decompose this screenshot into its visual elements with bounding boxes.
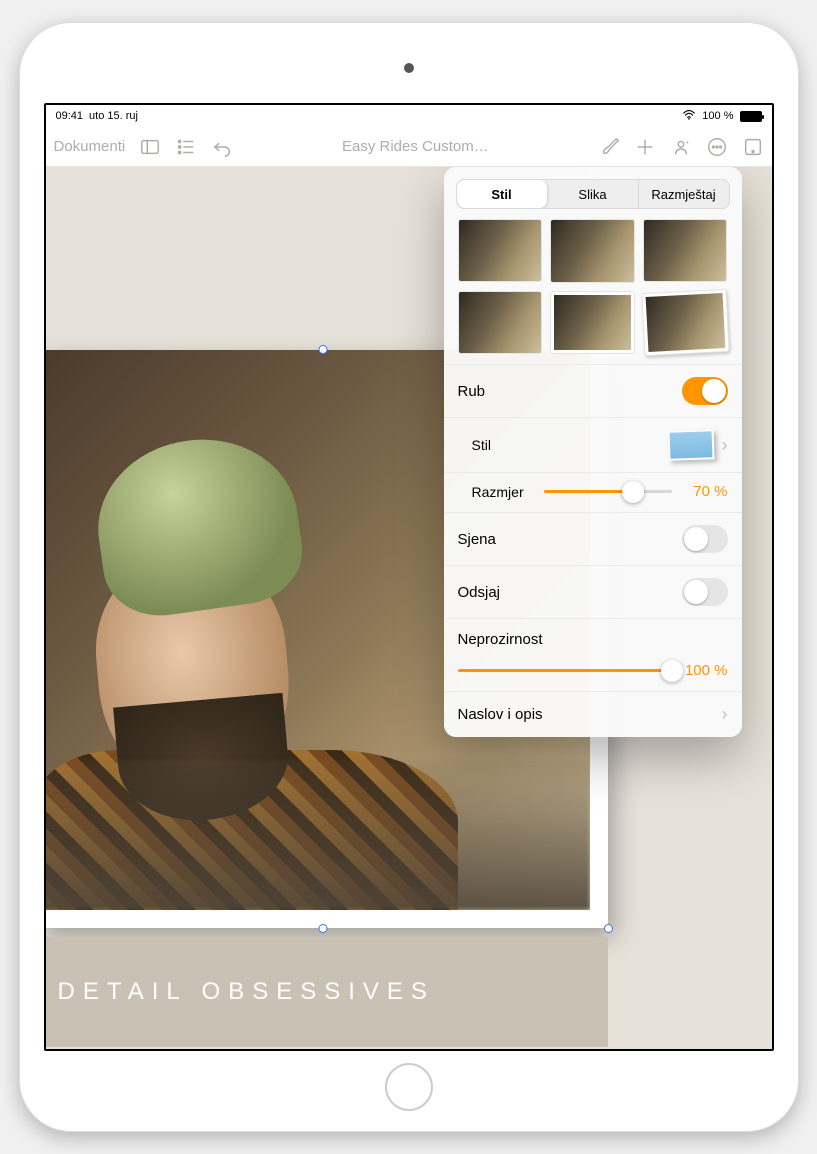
- ipad-frame: 09:41 uto 15. ruj 100 % Dokumenti Easy R…: [19, 22, 799, 1132]
- status-time: 09:41: [56, 110, 84, 122]
- caption-text: DETAIL OBSESSIVES: [58, 978, 435, 1006]
- opacity-slider[interactable]: [458, 669, 672, 672]
- wifi-icon: [682, 110, 696, 123]
- style-preset-4[interactable]: [458, 291, 543, 354]
- screen: 09:41 uto 15. ruj 100 % Dokumenti Easy R…: [44, 103, 774, 1051]
- shadow-label: Sjena: [458, 531, 496, 548]
- border-style-row[interactable]: Stil ›: [444, 417, 742, 472]
- style-preset-3[interactable]: [643, 219, 728, 282]
- insert-plus-icon[interactable]: [634, 136, 656, 158]
- opacity-value: 100 %: [682, 662, 728, 679]
- style-presets: [444, 219, 742, 364]
- title-desc-row[interactable]: Naslov i opis ›: [444, 691, 742, 737]
- tab-layout[interactable]: Razmještaj: [639, 180, 729, 208]
- caption-band: DETAIL OBSESSIVES: [46, 937, 608, 1047]
- chevron-right-icon: ›: [722, 704, 728, 725]
- undo-icon[interactable]: [211, 136, 233, 158]
- chevron-right-icon: ›: [722, 435, 728, 456]
- shadow-row: Sjena: [444, 512, 742, 565]
- resize-handle-top[interactable]: [318, 345, 327, 354]
- status-date: uto 15. ruj: [89, 110, 138, 122]
- opacity-label-row: Neprozirnost: [444, 618, 742, 660]
- resize-handle-bottom[interactable]: [318, 924, 327, 933]
- format-brush-icon[interactable]: [598, 136, 620, 158]
- style-preset-5[interactable]: [550, 291, 635, 355]
- opacity-slider-row: 100 %: [444, 660, 742, 691]
- reflection-toggle[interactable]: [682, 578, 728, 606]
- format-tabs: Stil Slika Razmještaj: [456, 179, 730, 209]
- popover-arrow: [582, 167, 605, 178]
- border-style-swatch: [667, 429, 714, 461]
- collaborate-icon[interactable]: [670, 136, 692, 158]
- document-title[interactable]: Easy Rides Custom…: [342, 138, 489, 155]
- more-icon[interactable]: [706, 136, 728, 158]
- reflection-row: Odsjaj: [444, 565, 742, 618]
- border-scale-row: Razmjer 70 %: [444, 472, 742, 512]
- battery-icon: [740, 111, 762, 122]
- scale-value: 70 %: [682, 483, 728, 500]
- sidebar-toggle-icon[interactable]: [139, 136, 161, 158]
- style-preset-6[interactable]: [641, 288, 729, 356]
- style-preset-2[interactable]: [550, 219, 635, 283]
- scale-label: Razmjer: [472, 484, 534, 500]
- style-preset-1[interactable]: [458, 219, 543, 282]
- format-popover: Stil Slika Razmještaj Rub S: [444, 167, 742, 737]
- documents-back-button[interactable]: Dokumenti: [54, 138, 126, 155]
- toolbar: Dokumenti Easy Rides Custom…: [46, 127, 772, 167]
- resize-handle-bottom-right[interactable]: [604, 924, 613, 933]
- border-label: Rub: [458, 383, 486, 400]
- border-row: Rub: [444, 364, 742, 417]
- status-bar: 09:41 uto 15. ruj 100 %: [46, 105, 772, 127]
- title-desc-label: Naslov i opis: [458, 706, 543, 723]
- home-button[interactable]: [385, 1063, 433, 1111]
- border-toggle[interactable]: [682, 377, 728, 405]
- battery-percent: 100 %: [702, 110, 733, 122]
- tab-image[interactable]: Slika: [548, 180, 639, 208]
- reflection-label: Odsjaj: [458, 584, 501, 601]
- tab-style[interactable]: Stil: [457, 180, 548, 208]
- front-camera: [404, 63, 414, 73]
- inspector-icon[interactable]: [742, 136, 764, 158]
- opacity-label: Neprozirnost: [458, 631, 543, 648]
- scale-slider[interactable]: [544, 490, 672, 493]
- border-style-label: Stil: [472, 437, 491, 453]
- shadow-toggle[interactable]: [682, 525, 728, 553]
- document-canvas[interactable]: DETAIL OBSESSIVES Stil Slika Razmještaj: [46, 167, 772, 1049]
- outline-icon[interactable]: [175, 136, 197, 158]
